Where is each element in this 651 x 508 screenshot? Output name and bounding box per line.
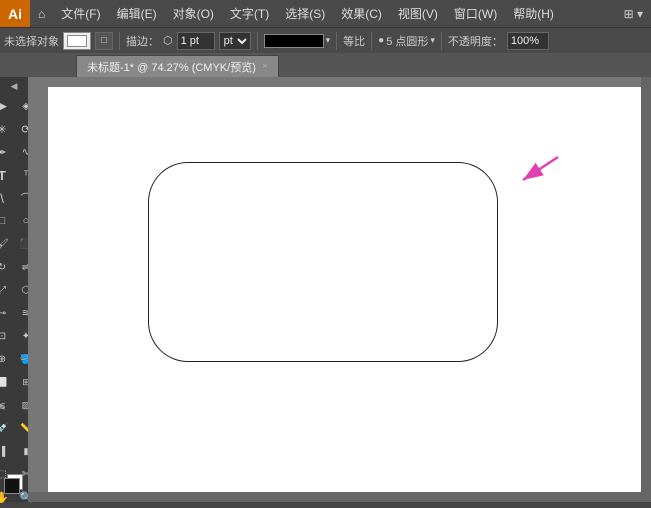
menu-help[interactable]: 帮助(H): [505, 0, 562, 27]
vertical-scrollbar[interactable]: [641, 77, 651, 492]
stroke-label: 描边：: [126, 33, 159, 49]
divider-1: [119, 32, 120, 50]
menu-type[interactable]: 文字(T): [222, 0, 277, 27]
magic-wand-tool[interactable]: ✳: [0, 118, 14, 140]
mesh-tool[interactable]: ⫹: [0, 394, 14, 416]
color-swatch-area: [4, 474, 24, 494]
stroke-value-input[interactable]: [177, 32, 215, 50]
divider-5: [441, 32, 442, 50]
pen-tool[interactable]: ✒: [0, 141, 14, 163]
menu-edit[interactable]: 编辑(E): [109, 0, 165, 27]
paintbrush-tool[interactable]: 🖌: [0, 233, 14, 255]
canvas-background: [48, 87, 641, 492]
stroke-color-swatch[interactable]: [4, 478, 20, 494]
menu-object[interactable]: 对象(O): [165, 0, 222, 27]
type-tool[interactable]: T: [0, 164, 14, 186]
perspective-tool[interactable]: ⬜: [0, 371, 14, 393]
points-icon: ●: [378, 35, 384, 46]
canvas-area[interactable]: [28, 77, 651, 502]
ratio-label: 等比: [343, 33, 365, 49]
toolbar: 未选择对象 □ 描边： ⬡ pt ▾ 等比 ● 5 点圆形 ▾ 不透明度：: [0, 27, 651, 53]
stroke-unit-select[interactable]: pt: [219, 32, 251, 50]
opacity-label: 不透明度：: [448, 33, 503, 49]
tab-close-button[interactable]: ×: [262, 61, 268, 72]
chart-tool[interactable]: ▐: [0, 440, 14, 462]
selection-tool[interactable]: ▶: [0, 95, 14, 117]
menu-select[interactable]: 选择(S): [277, 0, 333, 27]
stroke-icon: ⬡: [163, 34, 173, 47]
eyedropper-tool[interactable]: 💉: [0, 417, 14, 439]
document-tab[interactable]: 未标题-1* @ 74.27% (CMYK/预览) ×: [76, 55, 279, 77]
menu-file[interactable]: 文件(F): [53, 0, 108, 27]
opacity-input[interactable]: [507, 32, 549, 50]
menu-effect[interactable]: 效果(C): [333, 0, 390, 27]
tab-bar: 未标题-1* @ 74.27% (CMYK/预览) ×: [0, 53, 651, 77]
rounded-rectangle[interactable]: [148, 162, 498, 362]
no-selection-section: 未选择对象: [4, 33, 59, 49]
divider-3: [336, 32, 337, 50]
stroke-swatch[interactable]: □: [95, 32, 113, 50]
points-dropdown[interactable]: ▾: [430, 35, 435, 46]
horizontal-scrollbar[interactable]: [28, 492, 651, 502]
left-toolbar: ◀ ▶ ◈ ✳ ⟳ ✒ ∿ T ᵀ \ ⌒ □ ○ 🖌 ⬛: [0, 77, 28, 502]
no-selection-label: 未选择对象: [4, 33, 59, 49]
fill-swatch[interactable]: [63, 32, 91, 50]
stroke-line-preview[interactable]: [264, 34, 324, 48]
tab-title: 未标题-1* @ 74.27% (CMYK/预览): [87, 59, 256, 75]
rect-tool[interactable]: □: [0, 210, 14, 232]
line-tool[interactable]: \: [0, 187, 14, 209]
points-section: ● 5 点圆形 ▾: [378, 33, 435, 49]
grid-icon[interactable]: ⊞ ▾: [616, 0, 651, 27]
rotate-tool[interactable]: ↻: [0, 256, 14, 278]
shape-builder-tool[interactable]: ⊕: [0, 348, 14, 370]
free-transform-tool[interactable]: ⊡: [0, 325, 14, 347]
points-label: 5 点圆形: [386, 33, 428, 49]
main-area: ◀ ▶ ◈ ✳ ⟳ ✒ ∿ T ᵀ \ ⌒ □ ○ 🖌 ⬛: [0, 77, 651, 502]
shape-container: [148, 162, 498, 362]
width-tool[interactable]: ⊸: [0, 302, 14, 324]
toolbar-expand[interactable]: ◀: [11, 81, 18, 92]
arrow-indicator: [478, 152, 568, 192]
menu-view[interactable]: 视图(V): [390, 0, 446, 27]
menu-window[interactable]: 窗口(W): [446, 0, 505, 27]
divider-2: [257, 32, 258, 50]
scale-tool[interactable]: ⤢: [0, 279, 14, 301]
stroke-line-section: ▾: [264, 34, 331, 48]
menu-bar: Ai ⌂ 文件(F) 编辑(E) 对象(O) 文字(T) 选择(S) 效果(C)…: [0, 0, 651, 27]
divider-4: [371, 32, 372, 50]
home-icon[interactable]: ⌂: [30, 0, 53, 27]
ai-logo: Ai: [0, 0, 30, 27]
stroke-dropdown-arrow[interactable]: ▾: [326, 35, 331, 46]
